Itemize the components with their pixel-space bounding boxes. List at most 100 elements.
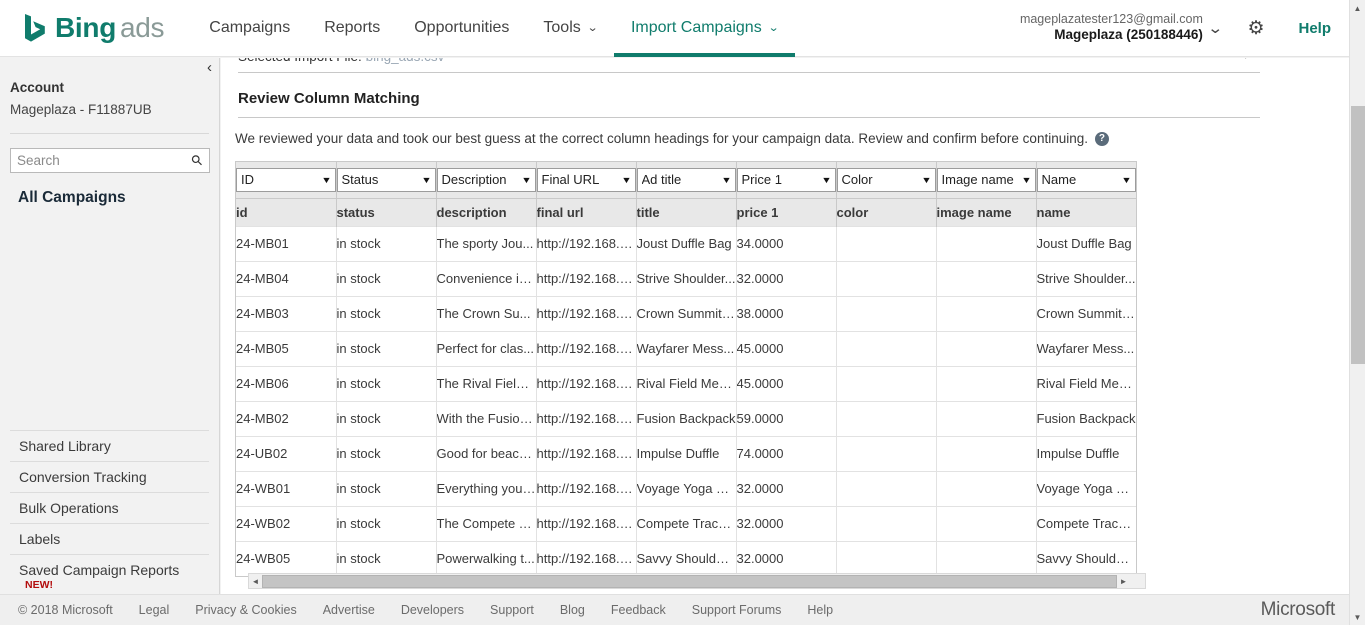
nav-items: Campaigns Reports Opportunities Tools ⌄ … <box>192 0 795 57</box>
nav-item-opportunities[interactable]: Opportunities <box>397 0 526 57</box>
chevron-down-icon: ▼ <box>620 174 632 185</box>
footer-link-support-forums[interactable]: Support Forums <box>692 603 782 617</box>
chevron-down-icon[interactable]: ⌄ <box>1207 19 1223 37</box>
table-horizontal-scrollbar[interactable]: ◄ ► <box>248 573 1146 589</box>
cell-color <box>836 400 937 436</box>
cell-name: Savvy Shoulder... <box>1036 540 1136 576</box>
sidebar-item-shared-library[interactable]: Shared Library <box>10 430 209 461</box>
collapse-sidebar-icon[interactable]: ‹ <box>207 60 212 75</box>
footer-copyright: © 2018 Microsoft <box>18 603 113 617</box>
cell-title: Rival Field Mes... <box>636 365 737 401</box>
cell-price-1: 34.0000 <box>736 225 837 261</box>
cell-title: Wayfarer Mess... <box>636 330 737 366</box>
sidebar-item-conversion-tracking[interactable]: Conversion Tracking <box>10 461 209 492</box>
cell-price-1: 45.0000 <box>736 365 837 401</box>
column-mapping-select-name[interactable]: Name ▼ <box>1036 167 1136 192</box>
footer-link-feedback[interactable]: Feedback <box>611 603 666 617</box>
scroll-up-icon[interactable]: ▲ <box>1350 0 1365 16</box>
table-row: 24-MB01 in stock The sporty Jou... http:… <box>236 225 1136 261</box>
cell-final-url: http://192.168.1... <box>536 225 637 261</box>
cell-title: Joust Duffle Bag <box>636 225 737 261</box>
search-input[interactable] <box>10 148 210 173</box>
footer-link-developers[interactable]: Developers <box>401 603 464 617</box>
horizontal-scroll-thumb[interactable] <box>262 574 1117 588</box>
nav-label-tools: Tools <box>543 19 581 36</box>
cell-name: Voyage Yoga Bag <box>1036 470 1136 506</box>
column-mapping-select-final-url[interactable]: Final URL ▼ <box>536 167 636 192</box>
column-mapping-select-id[interactable]: ID ▼ <box>236 167 336 192</box>
chevron-down-icon: ▼ <box>1121 174 1132 185</box>
cell-title: Crown Summit ... <box>636 295 737 331</box>
column-mapping-select-status[interactable]: Status ▼ <box>336 167 436 192</box>
column-mapping-select-price-1[interactable]: Price 1 ▼ <box>736 167 836 192</box>
cell-id: 24-MB06 <box>236 365 337 401</box>
table-header-row: id status description final url title pr… <box>236 197 1136 226</box>
chevron-down-icon: ⌄ <box>586 21 599 34</box>
sidebar-account-label: Account <box>10 80 64 95</box>
mapping-cell-1: Status ▼ <box>336 162 437 198</box>
column-mapping-select-description[interactable]: Description ▼ <box>436 167 536 192</box>
sidebar-label-saved-campaign-reports: Saved Campaign Reports <box>19 562 180 578</box>
footer-link-help[interactable]: Help <box>807 603 833 617</box>
cell-image-name <box>936 540 1037 576</box>
cell-status: in stock <box>336 225 437 261</box>
cell-color <box>836 540 937 576</box>
sidebar-item-all-campaigns[interactable]: All Campaigns <box>18 189 219 207</box>
cell-name: Compete Track ... <box>1036 505 1136 541</box>
cell-description: Powerwalking t... <box>436 540 537 576</box>
account-name: Mageplaza (250188446) <box>1054 27 1203 43</box>
sidebar-item-saved-campaign-reports[interactable]: Saved Campaign Reports NEW! <box>10 554 209 594</box>
gear-icon[interactable]: ⚙ <box>1247 19 1264 38</box>
account-switcher[interactable]: mageplazatester123@gmail.com Mageplaza (… <box>1020 12 1203 45</box>
sidebar-label-conversion-tracking: Conversion Tracking <box>19 469 147 485</box>
cell-color <box>836 365 937 401</box>
mapping-cell-5: Price 1 ▼ <box>736 162 837 198</box>
page-footer: © 2018 Microsoft Legal Privacy & Cookies… <box>0 594 1349 625</box>
column-mapping-select-ad-title[interactable]: Ad title ▼ <box>636 167 736 192</box>
nav-item-campaigns[interactable]: Campaigns <box>192 0 307 57</box>
chevron-down-icon[interactable]: ▾ <box>1243 58 1249 62</box>
select-value: Ad title <box>641 172 682 188</box>
cell-price-1: 74.0000 <box>736 435 837 471</box>
cell-status: in stock <box>336 330 437 366</box>
nav-item-import-campaigns[interactable]: Import Campaigns ⌄ <box>613 0 795 57</box>
cell-price-1: 32.0000 <box>736 505 837 541</box>
column-mapping-select-image-name[interactable]: Image name ▼ <box>936 167 1036 192</box>
nav-label-import-campaigns: Import Campaigns <box>630 19 762 36</box>
scroll-right-icon[interactable]: ► <box>1117 574 1130 588</box>
footer-link-support[interactable]: Support <box>490 603 534 617</box>
scroll-left-icon[interactable]: ◄ <box>249 574 262 588</box>
cell-title: Compete Track ... <box>636 505 737 541</box>
cell-id: 24-MB01 <box>236 225 337 261</box>
sidebar-item-bulk-operations[interactable]: Bulk Operations <box>10 492 209 523</box>
sidebar-label-bulk-operations: Bulk Operations <box>19 500 119 516</box>
cell-color <box>836 330 937 366</box>
footer-link-legal[interactable]: Legal <box>139 603 170 617</box>
page-root: Bing ads Campaigns Reports Opportunities … <box>0 0 1365 625</box>
footer-link-advertise[interactable]: Advertise <box>323 603 375 617</box>
window-vertical-scrollbar[interactable]: ▲ ▼ <box>1349 0 1365 625</box>
cell-final-url: http://192.168.1... <box>536 365 637 401</box>
content-divider-top <box>238 72 1260 73</box>
bing-ads-logo[interactable]: Bing ads <box>22 0 165 57</box>
cell-status: in stock <box>336 400 437 436</box>
cell-title: Impulse Duffle <box>636 435 737 471</box>
sidebar-account-value: Mageplaza - F11887UB <box>10 102 152 117</box>
cell-image-name <box>936 505 1037 541</box>
nav-item-tools[interactable]: Tools ⌄ <box>526 0 614 57</box>
footer-link-blog[interactable]: Blog <box>560 603 585 617</box>
help-info-icon[interactable]: ? <box>1094 131 1109 146</box>
nav-item-reports[interactable]: Reports <box>307 0 397 57</box>
scroll-down-icon[interactable]: ▼ <box>1350 609 1365 625</box>
cell-image-name <box>936 295 1037 331</box>
table-row: 24-MB06 in stock The Rival Field ... htt… <box>236 365 1136 401</box>
vertical-scroll-thumb[interactable] <box>1351 106 1365 364</box>
column-mapping-select-color[interactable]: Color ▼ <box>836 167 936 192</box>
footer-link-privacy-cookies[interactable]: Privacy & Cookies <box>195 603 296 617</box>
nav-label-opportunities: Opportunities <box>414 19 510 36</box>
brand-ads-text: ads <box>120 12 165 43</box>
sidebar-item-labels[interactable]: Labels <box>10 523 209 554</box>
cell-price-1: 45.0000 <box>736 330 837 366</box>
column-header-title: title <box>636 197 737 226</box>
help-link[interactable]: Help <box>1298 20 1331 37</box>
